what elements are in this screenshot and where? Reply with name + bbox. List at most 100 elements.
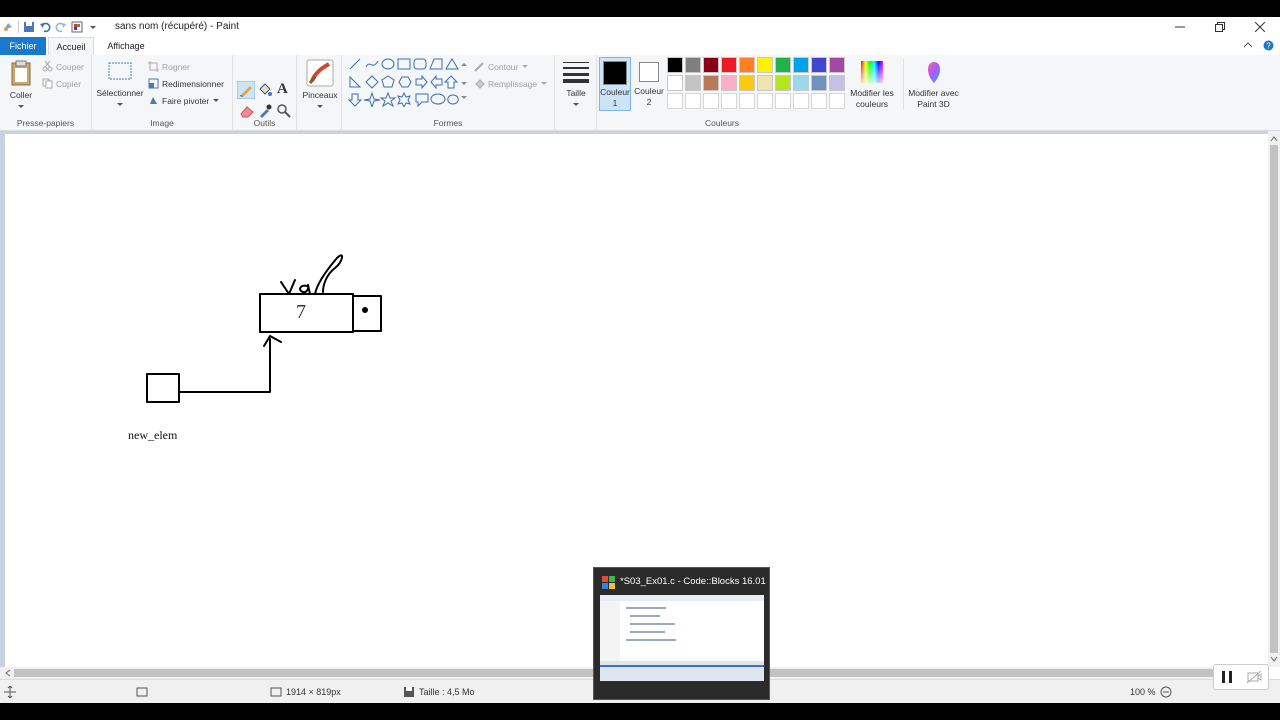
close-button[interactable] [1240,17,1280,37]
custom-color-slot[interactable] [667,93,683,109]
palette-swatch[interactable] [685,57,701,73]
tab-view[interactable]: Affichage [100,37,152,55]
chevron-down-icon [317,105,323,108]
paint3d-label-2: Paint 3D [917,99,950,109]
copy-button[interactable]: Copier [42,78,81,89]
cut-button[interactable]: Couper [42,61,84,72]
customize-dropdown-icon[interactable] [87,21,99,33]
scroll-left-icon[interactable] [2,667,14,679]
palette-swatch[interactable] [793,57,809,73]
image-group-label: Image [150,118,174,128]
text-tool-icon[interactable]: A [277,81,288,98]
palette-icon[interactable] [71,21,83,33]
paste-button[interactable]: Coller [4,59,38,112]
color2-button[interactable]: Couleur 2 [633,57,665,111]
pause-icon[interactable] [1220,670,1234,684]
pentagon-shape-icon [381,75,395,88]
collapse-ribbon-icon[interactable] [1243,40,1253,50]
custom-color-slot[interactable] [685,93,701,109]
chevron-down-icon [18,105,24,108]
palette-swatch[interactable] [739,57,755,73]
right-triangle-shape-icon [349,75,362,88]
crop-button[interactable]: Rogner [148,61,190,72]
tab-home[interactable]: Accueil [48,37,94,55]
scroll-down-icon[interactable] [1268,653,1280,665]
select-button[interactable]: Sélectionner [94,59,146,110]
color1-button[interactable]: Couleur 1 [599,57,631,111]
outline-icon [474,62,484,72]
paint3d-button[interactable]: Modifier avec Paint 3D [903,59,963,110]
palette-swatch[interactable] [667,57,683,73]
fill-button[interactable]: Remplissage [474,78,548,89]
undo-icon[interactable] [39,21,51,33]
palette-swatch[interactable] [703,75,719,91]
help-icon[interactable]: ? [1263,40,1274,51]
redo-icon[interactable] [55,21,67,33]
outline-button[interactable]: Contour [474,61,529,72]
camera-off-icon[interactable] [1246,670,1262,684]
restore-button[interactable] [1200,17,1240,37]
color2-number: 2 [646,97,652,107]
handwriting-v [280,279,296,295]
node-value-text: 7 [296,301,306,323]
custom-color-slot[interactable] [775,93,791,109]
rotate-button[interactable]: Faire pivoter [148,95,220,106]
scroll-up-icon[interactable] [1268,133,1280,145]
palette-swatch[interactable] [775,57,791,73]
vertical-scrollbar[interactable] [1268,131,1280,667]
taskbar-preview[interactable]: *S03_Ex01.c - Code::Blocks 16.01 [593,567,770,700]
minimize-button[interactable] [1160,17,1200,37]
magnifier-icon[interactable] [276,103,292,119]
palette-swatch[interactable] [829,75,845,91]
custom-color-slot[interactable] [739,93,755,109]
palette-swatch[interactable] [757,75,773,91]
palette-swatch[interactable] [829,57,845,73]
custom-color-slot[interactable] [811,93,827,109]
zoom-level: 100 % [1130,687,1156,697]
paint-app-icon [4,23,12,31]
shapes-gallery[interactable] [346,57,468,107]
zoom-control: 100 % [1130,686,1172,698]
brushes-button[interactable]: Pinceaux [299,59,341,112]
pencil-icon[interactable] [237,81,255,99]
paint3d-icon [927,62,940,83]
group-shapes: Contour Remplissage Formes [342,55,555,131]
tab-file[interactable]: Fichier [0,37,46,55]
custom-color-slot[interactable] [703,93,719,109]
palette-swatch[interactable] [721,75,737,91]
palette-swatch[interactable] [775,75,791,91]
ribbon-right-controls: ? [1243,40,1274,51]
custom-color-slot[interactable] [829,93,845,109]
palette-swatch[interactable] [739,75,755,91]
custom-color-slot[interactable] [757,93,773,109]
group-brushes: Pinceaux [297,55,342,131]
color-picker-icon[interactable] [257,103,273,119]
palette-swatch[interactable] [721,57,737,73]
size-button[interactable]: Taille [557,59,595,110]
rotate-label: Faire pivoter [162,95,210,106]
chevron-down-icon [117,103,123,106]
zoom-out-icon[interactable] [1160,686,1172,698]
palette-swatch[interactable] [811,57,827,73]
vertical-scroll-thumb[interactable] [1270,145,1278,653]
oval-shape-icon [381,58,395,70]
group-size: Taille [555,55,597,131]
resize-button[interactable]: Redimensionner [148,78,224,89]
custom-color-slot[interactable] [793,93,809,109]
fill-bucket-icon[interactable] [257,82,273,98]
chevron-down-icon [522,65,529,68]
palette-swatch[interactable] [793,75,809,91]
custom-color-slot[interactable] [721,93,737,109]
chevron-down-icon [573,103,579,106]
paste-label: Coller [9,90,33,100]
palette-swatch[interactable] [667,75,683,91]
next-pointer-dot [362,307,368,313]
eraser-icon[interactable] [239,103,255,119]
palette-swatch[interactable] [811,75,827,91]
palette-swatch[interactable] [703,57,719,73]
save-icon[interactable] [23,21,35,33]
shapes-scroll-icon[interactable] [460,61,468,101]
palette-swatch[interactable] [685,75,701,91]
palette-swatch[interactable] [757,57,773,73]
edit-colors-button[interactable]: Modifier les couleurs [845,59,899,110]
